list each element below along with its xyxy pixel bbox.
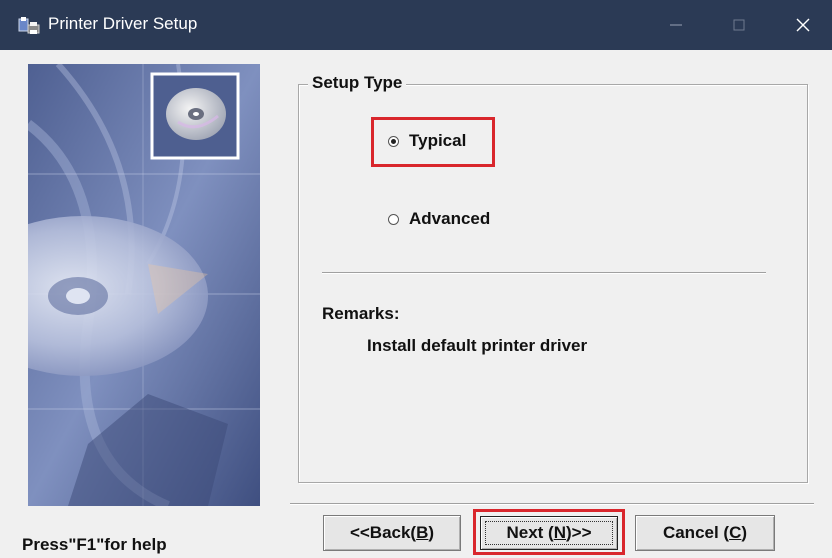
back-button[interactable]: <<Back(B) — [323, 515, 461, 551]
next-highlight-box — [473, 509, 625, 555]
title-bar[interactable]: Printer Driver Setup — [0, 0, 832, 50]
typical-highlight-box — [371, 117, 495, 167]
radio-unchecked-icon[interactable] — [388, 213, 399, 225]
printer-setup-icon — [18, 16, 40, 36]
setup-banner-image — [28, 64, 260, 506]
cancel-label-post: ) — [741, 523, 748, 542]
close-icon — [796, 18, 810, 32]
minimize-icon — [670, 24, 682, 26]
radio-advanced-label: Advanced — [409, 209, 491, 228]
maximize-icon — [733, 19, 745, 31]
footer-divider — [290, 503, 814, 505]
back-label-post: ) — [428, 523, 435, 542]
cancel-button[interactable]: Cancel (C) — [635, 515, 775, 551]
back-accel-key: B — [416, 523, 429, 542]
back-label-pre: <<Back( — [349, 523, 417, 542]
setup-type-legend: Setup Type — [308, 73, 407, 93]
remarks-label: Remarks: — [322, 304, 400, 323]
window-title: Printer Driver Setup — [48, 14, 198, 33]
minimize-button[interactable] — [649, 0, 703, 50]
maximize-button[interactable] — [712, 0, 766, 50]
cd-disc-icon — [166, 88, 226, 140]
remarks-text: Install default printer driver — [367, 336, 588, 355]
help-hint: Press"F1"for help — [22, 535, 167, 554]
radio-advanced[interactable]: Advanced — [388, 209, 490, 229]
close-button[interactable] — [776, 0, 830, 50]
group-divider — [322, 272, 766, 274]
cancel-label-pre: Cancel ( — [662, 523, 730, 542]
cancel-accel-key: C — [729, 523, 742, 542]
